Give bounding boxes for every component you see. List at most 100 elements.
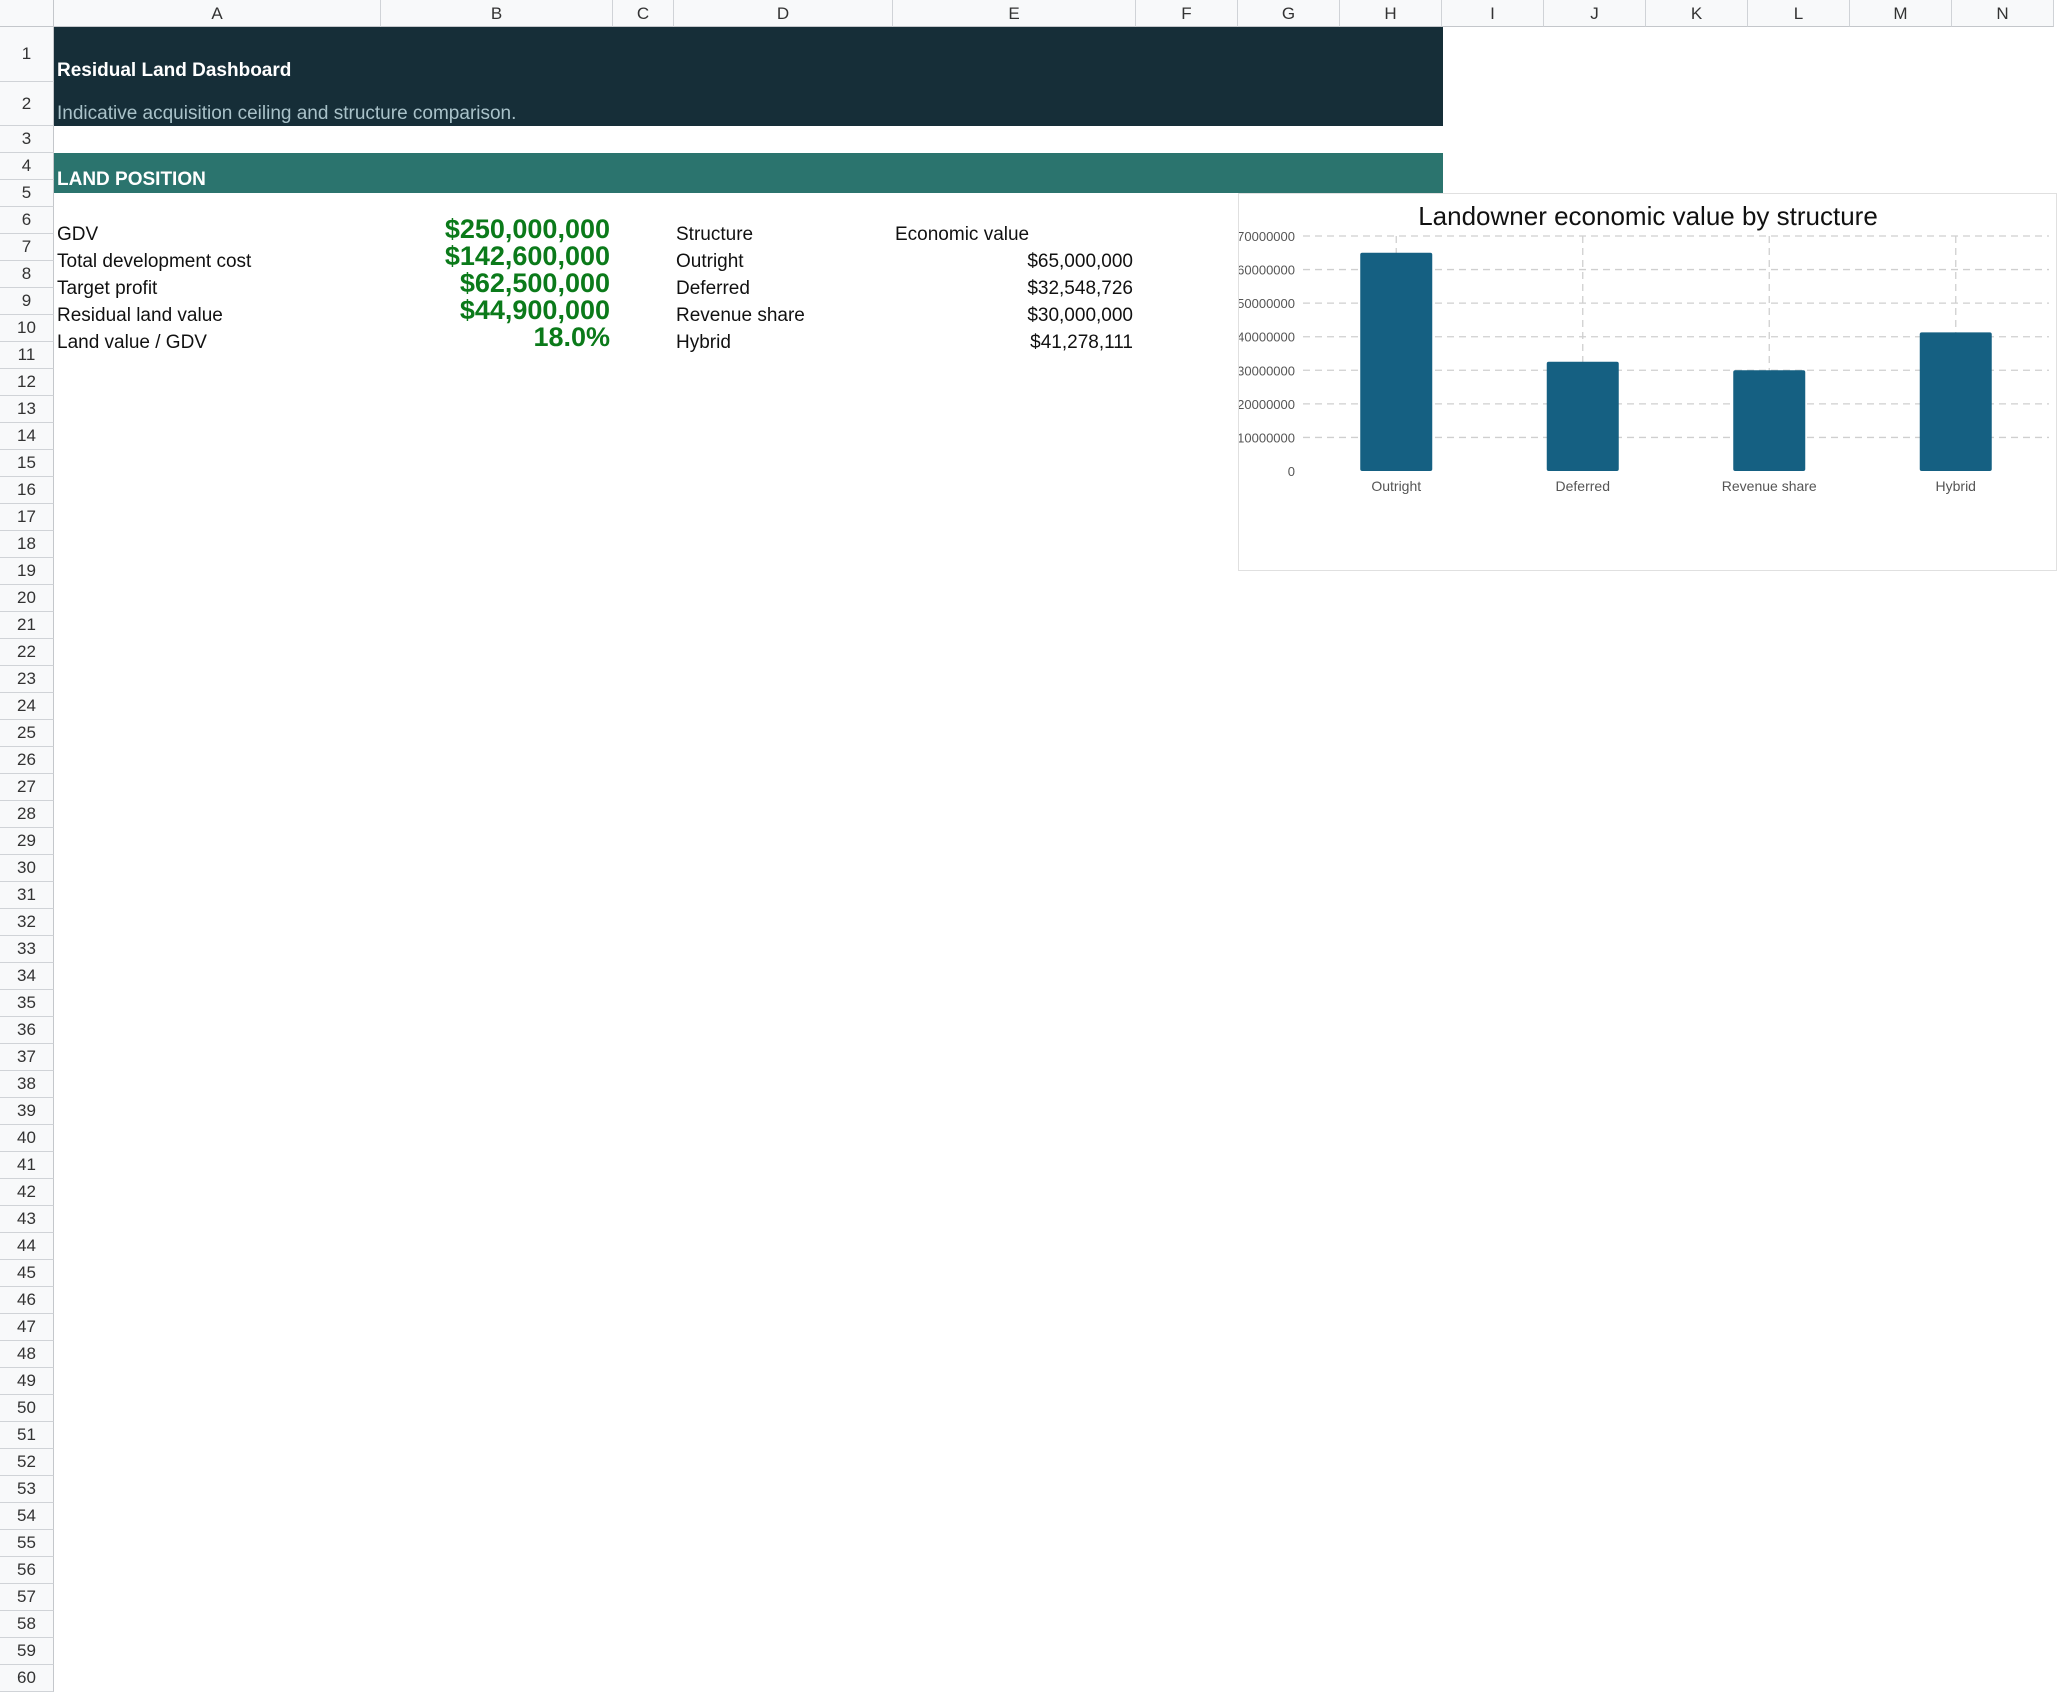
kpi-label-residual-land-value[interactable]: Residual land value [57,305,223,327]
embedded-chart[interactable]: Landowner economic value by structure 0 1… [1238,193,2057,571]
row-header-59[interactable]: 59 [0,1638,54,1665]
row-header-3[interactable]: 3 [0,126,54,153]
row-header-45[interactable]: 45 [0,1260,54,1287]
row-header-20[interactable]: 20 [0,585,54,612]
row-header-56[interactable]: 56 [0,1557,54,1584]
row-header-23[interactable]: 23 [0,666,54,693]
spreadsheet-grid[interactable]: ABCDEFGHIJKLMN 1 2 3 4 5 6 7 8 9 10 11 12 13 14 15 16 17… [0,0,2057,1705]
structure-name-outright[interactable]: Outright [676,251,744,273]
column-header-h[interactable]: H [1340,0,1442,27]
row-header-42[interactable]: 42 [0,1179,54,1206]
row-header-43[interactable]: 43 [0,1206,54,1233]
structure-value-revenue-share[interactable]: $30,000,000 [900,305,1133,327]
row-header-41[interactable]: 41 [0,1152,54,1179]
row-header-17[interactable]: 17 [0,504,54,531]
row-header-24[interactable]: 24 [0,693,54,720]
column-header-m[interactable]: M [1850,0,1952,27]
column-header-d[interactable]: D [674,0,893,27]
row-header-40[interactable]: 40 [0,1125,54,1152]
row-header-25[interactable]: 25 [0,720,54,747]
row-header-48[interactable]: 48 [0,1341,54,1368]
row-header-2[interactable]: 2 [0,82,54,126]
row-header-13[interactable]: 13 [0,396,54,423]
kpi-label-target-profit[interactable]: Target profit [57,278,157,300]
row-header-46[interactable]: 46 [0,1287,54,1314]
column-header-e[interactable]: E [893,0,1136,27]
row-header-50[interactable]: 50 [0,1395,54,1422]
row-header-52[interactable]: 52 [0,1449,54,1476]
row-header-47[interactable]: 47 [0,1314,54,1341]
kpi-value-land-value-gdv[interactable]: 18.0% [380,324,610,351]
structure-value-hybrid[interactable]: $41,278,111 [900,332,1133,354]
column-header-j[interactable]: J [1544,0,1646,27]
row-header-32[interactable]: 32 [0,909,54,936]
row-header-36[interactable]: 36 [0,1017,54,1044]
row-header-9[interactable]: 9 [0,288,54,315]
row-header-6[interactable]: 6 [0,207,54,234]
column-header-l[interactable]: L [1748,0,1850,27]
row-header-21[interactable]: 21 [0,612,54,639]
column-header-f[interactable]: F [1136,0,1238,27]
column-header-c[interactable]: C [613,0,674,27]
structure-value-deferred[interactable]: $32,548,726 [900,278,1133,300]
dashboard-title[interactable]: Residual Land Dashboard [57,60,291,82]
row-header-57[interactable]: 57 [0,1584,54,1611]
kpi-label-land-value-gdv[interactable]: Land value / GDV [57,332,207,354]
row-header-54[interactable]: 54 [0,1503,54,1530]
structure-name-hybrid[interactable]: Hybrid [676,332,731,354]
row-header-28[interactable]: 28 [0,801,54,828]
row-header-18[interactable]: 18 [0,531,54,558]
structure-name-deferred[interactable]: Deferred [676,278,750,300]
column-header-k[interactable]: K [1646,0,1748,27]
row-header-49[interactable]: 49 [0,1368,54,1395]
kpi-label-gdv[interactable]: GDV [57,224,98,246]
dashboard-subtitle[interactable]: Indicative acquisition ceiling and struc… [57,103,516,125]
row-header-35[interactable]: 35 [0,990,54,1017]
bar-hybrid[interactable] [1919,332,1992,471]
row-header-34[interactable]: 34 [0,963,54,990]
kpi-value-residual-land-value[interactable]: $44,900,000 [380,297,610,324]
row-header-12[interactable]: 12 [0,369,54,396]
row-header-4[interactable]: 4 [0,153,54,180]
row-header-26[interactable]: 26 [0,747,54,774]
kpi-value-total-development-cost[interactable]: $142,600,000 [380,243,610,270]
row-header-10[interactable]: 10 [0,315,54,342]
structure-name-revenue-share[interactable]: Revenue share [676,305,805,327]
column-header-g[interactable]: G [1238,0,1340,27]
row-header-44[interactable]: 44 [0,1233,54,1260]
row-header-8[interactable]: 8 [0,261,54,288]
row-header-58[interactable]: 58 [0,1611,54,1638]
structure-value-outright[interactable]: $65,000,000 [900,251,1133,273]
kpi-value-target-profit[interactable]: $62,500,000 [380,270,610,297]
column-header-a[interactable]: A [54,0,381,27]
section-header-land-position[interactable]: LAND POSITION [57,169,206,191]
row-header-33[interactable]: 33 [0,936,54,963]
row-header-39[interactable]: 39 [0,1098,54,1125]
column-header-i[interactable]: I [1442,0,1544,27]
row-header-16[interactable]: 16 [0,477,54,504]
row-header-14[interactable]: 14 [0,423,54,450]
row-header-60[interactable]: 60 [0,1665,54,1692]
row-header-19[interactable]: 19 [0,558,54,585]
select-all-corner[interactable] [0,0,54,27]
row-header-55[interactable]: 55 [0,1530,54,1557]
row-header-27[interactable]: 27 [0,774,54,801]
structure-header[interactable]: Structure [676,224,753,246]
row-header-5[interactable]: 5 [0,180,54,207]
row-header-30[interactable]: 30 [0,855,54,882]
row-header-15[interactable]: 15 [0,450,54,477]
kpi-label-total-development-cost[interactable]: Total development cost [57,251,251,273]
row-header-7[interactable]: 7 [0,234,54,261]
column-header-n[interactable]: N [1952,0,2054,27]
row-header-53[interactable]: 53 [0,1476,54,1503]
bar-outright[interactable] [1360,252,1433,471]
kpi-value-gdv[interactable]: $250,000,000 [380,216,610,243]
row-header-11[interactable]: 11 [0,342,54,369]
row-header-29[interactable]: 29 [0,828,54,855]
bar-deferred[interactable] [1546,361,1619,471]
row-header-22[interactable]: 22 [0,639,54,666]
row-header-1[interactable]: 1 [0,27,54,82]
bar-revenue-share[interactable] [1733,370,1806,471]
row-header-37[interactable]: 37 [0,1044,54,1071]
column-header-b[interactable]: B [381,0,613,27]
